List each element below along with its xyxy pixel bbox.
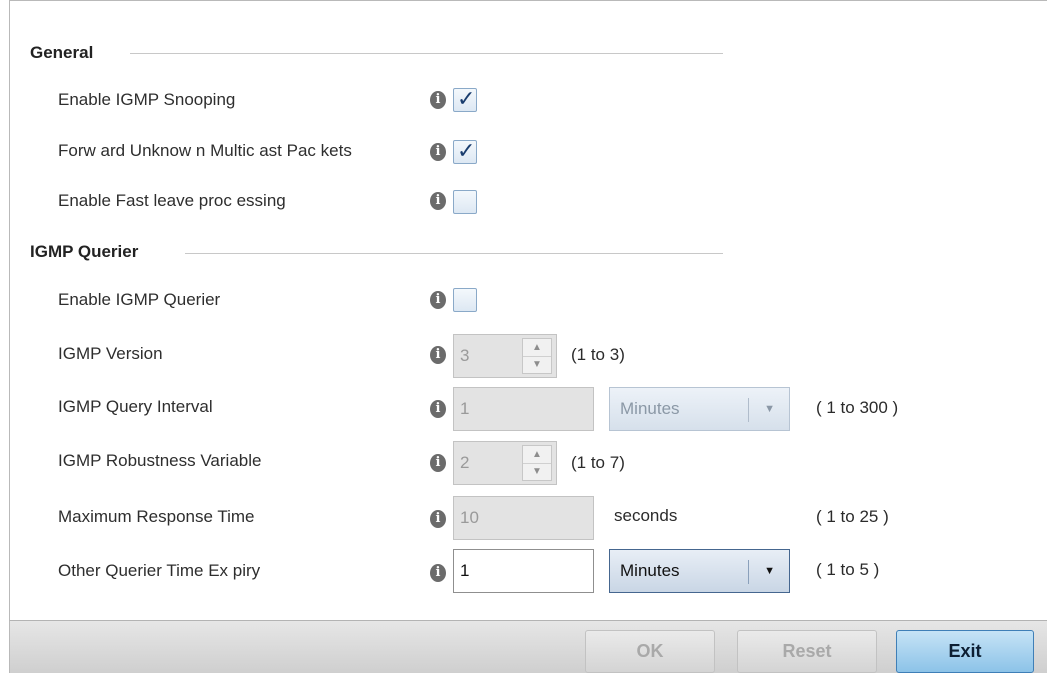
other-querier-expiry-unit: Minutes (620, 561, 680, 580)
igmp-version-stepper[interactable]: ▲ ▼ (522, 338, 552, 374)
decrement-icon[interactable]: ▼ (523, 463, 551, 480)
enable-igmp-querier-label: Enable IGMP Querier (58, 290, 221, 309)
info-icon[interactable]: i (430, 192, 446, 210)
other-querier-expiry-unit-select[interactable]: Minutes ▼ (609, 549, 790, 593)
enable-igmp-querier-checkbox[interactable] (453, 288, 477, 312)
max-response-time-range: ( 1 to 25 ) (816, 507, 889, 526)
chevron-down-icon: ▼ (764, 403, 775, 415)
max-response-time-label: Maximum Response Time (58, 507, 255, 526)
igmp-query-interval-value: 1 (460, 399, 470, 418)
igmp-settings-panel: General Enable IGMP Snooping i ✓ Forw ar… (9, 0, 1047, 621)
section-igmp-querier-title: IGMP Querier (30, 242, 139, 261)
info-icon[interactable]: i (430, 291, 446, 309)
increment-icon[interactable]: ▲ (523, 446, 551, 464)
igmp-query-interval-range: ( 1 to 300 ) (816, 398, 899, 417)
select-divider (748, 560, 749, 584)
info-icon[interactable]: i (430, 510, 446, 528)
enable-igmp-snooping-checkbox[interactable]: ✓ (453, 87, 477, 112)
dialog-footer: OK Reset Exit (9, 620, 1047, 673)
other-querier-expiry-range: ( 1 to 5 ) (816, 560, 880, 579)
igmp-robustness-stepper[interactable]: ▲ ▼ (522, 445, 552, 481)
decrement-icon[interactable]: ▼ (523, 356, 551, 373)
info-icon[interactable]: i (430, 143, 446, 161)
max-response-time-unit: seconds (614, 506, 678, 525)
info-icon[interactable]: i (430, 91, 446, 109)
enable-igmp-snooping-label: Enable IGMP Snooping (58, 90, 236, 109)
igmp-query-interval-input[interactable]: 1 (453, 387, 594, 431)
chevron-down-icon: ▼ (764, 565, 775, 577)
info-icon[interactable]: i (430, 564, 446, 582)
other-querier-expiry-value: 1 (460, 561, 470, 580)
max-response-time-input[interactable]: 10 (453, 496, 594, 540)
section-general-title: General (30, 43, 94, 62)
fast-leave-processing-label: Enable Fast leave proc essing (58, 191, 286, 210)
igmp-query-interval-unit: Minutes (620, 399, 680, 418)
igmp-robustness-value: 2 (460, 453, 470, 472)
fast-leave-processing-checkbox[interactable] (453, 190, 477, 214)
info-icon[interactable]: i (430, 454, 446, 472)
info-icon[interactable]: i (430, 346, 446, 364)
igmp-robustness-range: (1 to 7) (571, 453, 625, 472)
igmp-version-value: 3 (460, 346, 470, 365)
igmp-query-interval-label: IGMP Query Interval (58, 397, 213, 416)
forward-unknown-multicast-checkbox[interactable]: ✓ (453, 139, 477, 164)
info-icon[interactable]: i (430, 400, 446, 418)
select-divider (748, 398, 749, 422)
other-querier-expiry-label: Other Querier Time Ex piry (58, 561, 261, 580)
checkmark-icon: ✓ (457, 87, 476, 112)
igmp-version-label: IGMP Version (58, 344, 163, 363)
forward-unknown-multicast-label: Forw ard Unknow n Multic ast Pac kets (58, 141, 352, 160)
section-igmp-querier-rule (185, 253, 723, 254)
increment-icon[interactable]: ▲ (523, 339, 551, 357)
igmp-version-range: (1 to 3) (571, 345, 625, 364)
igmp-version-spinner[interactable]: 3 ▲ ▼ (453, 334, 557, 378)
igmp-robustness-spinner[interactable]: 2 ▲ ▼ (453, 441, 557, 485)
max-response-time-value: 10 (460, 508, 479, 527)
checkmark-icon: ✓ (457, 139, 476, 164)
section-general-rule (130, 53, 723, 54)
other-querier-expiry-input[interactable]: 1 (453, 549, 594, 593)
igmp-robustness-label: IGMP Robustness Variable (58, 451, 262, 470)
igmp-query-interval-unit-select[interactable]: Minutes ▼ (609, 387, 790, 431)
exit-button[interactable]: Exit (896, 630, 1034, 673)
reset-button[interactable]: Reset (737, 630, 877, 673)
ok-button[interactable]: OK (585, 630, 715, 673)
